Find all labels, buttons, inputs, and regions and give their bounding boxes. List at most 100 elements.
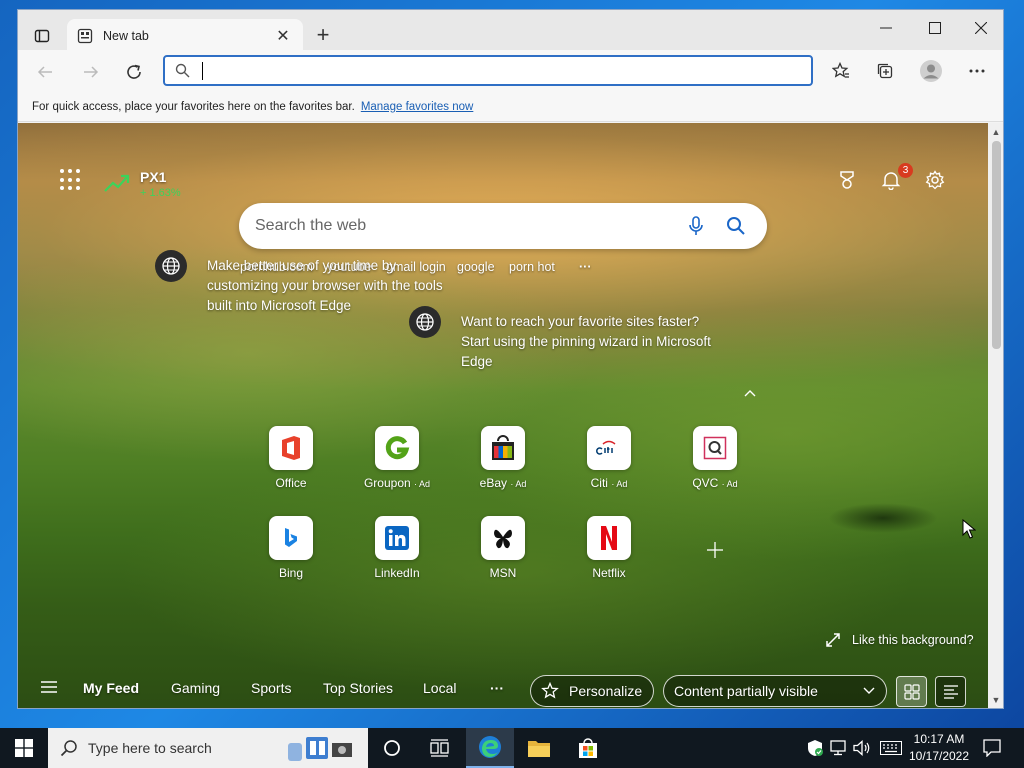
add-quick-link-button[interactable] — [704, 539, 726, 561]
citi-logo-icon — [587, 426, 631, 470]
voice-search-button[interactable] — [681, 211, 711, 241]
windows-security-tray-icon[interactable] — [806, 739, 824, 757]
quick-link-netflix[interactable]: Netflix — [561, 516, 657, 580]
globe-icon — [162, 257, 180, 275]
tab-new-tab[interactable]: New tab ✕ — [67, 19, 303, 52]
page-settings-button[interactable] — [923, 168, 947, 192]
feed-menu-button[interactable] — [40, 680, 58, 694]
start-button[interactable] — [0, 728, 48, 768]
feed-tab-top-stories[interactable]: Top Stories — [323, 680, 393, 696]
personalize-label: Personalize — [569, 683, 643, 699]
volume-tray-icon[interactable] — [853, 739, 871, 757]
rewards-button[interactable] — [835, 168, 859, 192]
grid-layout-button[interactable] — [896, 676, 927, 707]
feed-tab-sports[interactable]: Sports — [251, 680, 291, 696]
grid-dot — [76, 186, 80, 191]
new-tab-button[interactable]: + — [310, 22, 336, 48]
grid-dot — [68, 169, 72, 173]
address-input[interactable] — [205, 62, 785, 79]
keyboard-tray-icon[interactable] — [880, 739, 902, 757]
favorites-button[interactable] — [825, 57, 857, 85]
scroll-up-arrow[interactable]: ▲ — [991, 127, 1001, 137]
action-center-button[interactable] — [982, 738, 1002, 758]
tile-label: Groupon · Ad — [363, 476, 431, 490]
task-view-icon — [430, 739, 449, 757]
notification-center-icon — [983, 739, 1001, 757]
taskbar-search-placeholder: Type here to search — [88, 740, 212, 756]
qvc-logo-icon — [693, 426, 737, 470]
tab-actions-icon — [34, 29, 50, 43]
like-background-button[interactable]: Like this background? — [826, 633, 974, 647]
rewards-trophy-icon — [840, 171, 854, 189]
content-visibility-dropdown[interactable]: Content partially visible — [663, 675, 887, 707]
list-layout-button[interactable] — [935, 676, 966, 707]
bing-logo-icon — [269, 516, 313, 560]
tab-actions-button[interactable] — [26, 20, 58, 52]
profile-button[interactable] — [915, 57, 947, 85]
refresh-button[interactable] — [119, 58, 149, 86]
address-bar[interactable] — [163, 55, 813, 86]
expand-arrows-icon — [826, 633, 840, 647]
taskbar-edge-button[interactable] — [466, 728, 514, 768]
back-button[interactable] — [30, 58, 60, 86]
quick-link-qvc[interactable]: QVC · Ad — [667, 426, 763, 490]
grid-dot — [68, 186, 72, 191]
favorites-star-icon — [832, 62, 849, 78]
page-scrollbar[interactable]: ▲ ▼ — [988, 123, 1003, 708]
task-view-button[interactable] — [416, 728, 464, 768]
web-search-submit-button[interactable] — [721, 211, 751, 241]
personalize-button[interactable]: Personalize — [530, 675, 654, 707]
settings-more-button[interactable] — [961, 57, 993, 85]
tab-close-button[interactable]: ✕ — [273, 26, 293, 46]
close-window-button[interactable] — [958, 14, 1003, 42]
gear-icon — [925, 170, 945, 190]
speaker-icon — [853, 740, 870, 756]
tile-label: LinkedIn — [374, 566, 420, 580]
taskbar-store-button[interactable] — [564, 728, 612, 768]
collapse-quick-links-button[interactable] — [743, 385, 757, 399]
collections-button[interactable] — [869, 57, 901, 85]
grid-dot — [76, 177, 80, 182]
network-tray-icon[interactable] — [830, 739, 848, 757]
folder-icon — [528, 741, 550, 757]
taskbar-search-box[interactable]: Type here to search — [48, 728, 368, 768]
tip-globe-badge — [155, 250, 187, 282]
trending-search-item[interactable]: porn hot — [509, 260, 555, 274]
text-cursor — [202, 61, 203, 80]
manage-favorites-link[interactable]: Manage favorites now — [361, 101, 474, 113]
scroll-down-arrow[interactable]: ▼ — [991, 695, 1001, 705]
feed-more-button[interactable]: ··· — [490, 680, 504, 696]
grid-dot — [60, 186, 64, 191]
taskbar-file-explorer-button[interactable] — [515, 728, 563, 768]
quick-link-ebay[interactable]: eBay · Ad — [455, 426, 551, 490]
search-highlight-illustration-icon — [287, 737, 352, 761]
new-tab-page: PX1 + 1.63% 3 Search the web pornhub.com… — [18, 123, 988, 708]
feed-tab-gaming[interactable]: Gaming — [171, 680, 220, 696]
forward-button[interactable] — [76, 58, 106, 86]
cortana-button[interactable] — [368, 728, 416, 768]
msn-butterfly-icon — [481, 516, 525, 560]
tip-globe-badge — [409, 306, 441, 338]
feed-tab-local[interactable]: Local — [423, 680, 456, 696]
web-search-box[interactable]: Search the web — [239, 203, 767, 249]
grid-dot — [76, 169, 80, 173]
quick-link-msn[interactable]: MSN — [455, 516, 551, 580]
background-tree-cluster — [828, 503, 938, 533]
taskbar-clock[interactable]: 10:17 AM 10/17/2022 — [906, 731, 972, 765]
app-launcher-button[interactable] — [60, 169, 82, 191]
quick-link-citi[interactable]: Citi · Ad — [561, 426, 657, 490]
quick-link-groupon[interactable]: Groupon · Ad — [349, 426, 445, 490]
tip-pinning-wizard[interactable]: Want to reach your favorite sites faster… — [461, 312, 721, 372]
maximize-button[interactable] — [912, 14, 958, 42]
feed-tab-my-feed[interactable]: My Feed — [83, 680, 139, 696]
quick-link-bing[interactable]: Bing — [243, 516, 339, 580]
store-bag-icon — [579, 738, 597, 758]
trending-more-button[interactable]: ··· — [579, 260, 592, 274]
quick-link-linkedin[interactable]: LinkedIn — [349, 516, 445, 580]
tile-label: eBay · Ad — [479, 476, 527, 490]
stock-name: PX1 — [140, 169, 167, 185]
quick-link-office[interactable]: Office — [243, 426, 339, 490]
minimize-button[interactable] — [863, 14, 909, 42]
grid-dot — [60, 169, 64, 173]
scrollbar-thumb[interactable] — [992, 141, 1001, 349]
